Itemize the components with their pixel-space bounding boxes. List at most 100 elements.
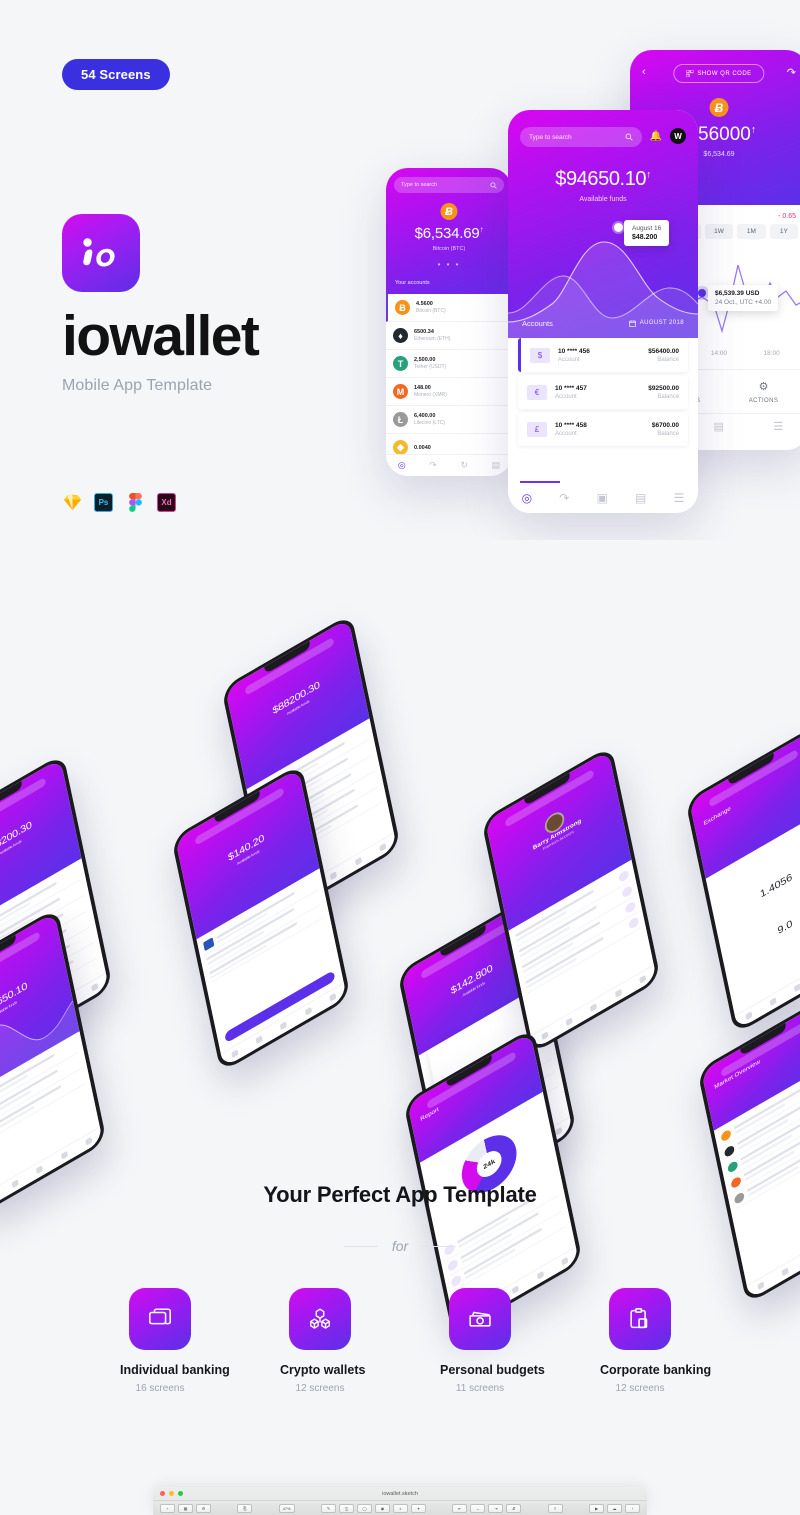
account-name: Bitcoin (BTC)	[416, 308, 446, 314]
available-funds-label: Available funds	[579, 196, 627, 203]
zoom-level[interactable]: 47%	[278, 1503, 295, 1513]
cards-icon[interactable]: ▤	[713, 420, 723, 433]
table-row[interactable]: $ 10 **** 456 Account $56400.00 Balance	[518, 338, 688, 372]
mask-button[interactable]: ◫	[339, 1503, 354, 1513]
account-value: 148.00	[414, 385, 431, 391]
currency-badge: €	[527, 384, 547, 400]
account-name: Litecoin (LTC)	[414, 420, 446, 426]
account-number: 10 **** 458	[555, 421, 587, 429]
insert-button[interactable]: +	[160, 1503, 175, 1513]
crypto-search-input[interactable]: Type to search	[394, 177, 504, 193]
distribute-button[interactable]: ⇵	[506, 1503, 522, 1513]
report-title: Report	[419, 1106, 440, 1123]
feature-name: Crypto wallets	[280, 1363, 366, 1377]
currency-badge: £	[527, 421, 547, 437]
account-balance: $56400.00	[648, 347, 679, 355]
preview-button[interactable]: ▶	[588, 1503, 604, 1513]
iso-phone-market: Market Overview	[697, 995, 800, 1305]
account-value: 0.0040	[414, 444, 431, 451]
x-tick: 18:00	[763, 350, 780, 357]
cards-icon[interactable]: ▤	[635, 491, 646, 505]
account-value: 2,500.00	[414, 357, 436, 363]
list-item[interactable]: T 2,500.00 Tether (USDT)	[386, 350, 512, 378]
union-button[interactable]: ◯	[357, 1503, 372, 1513]
send-icon[interactable]: ↷	[559, 491, 569, 505]
main-bottom-nav[interactable]: ◎ ↷ ▣ ▤ ☰	[508, 483, 698, 513]
back-icon[interactable]: ‹	[642, 66, 646, 78]
list-item[interactable]: ♦ 6500.34 Ethereum (ETH)	[386, 322, 512, 350]
feature-corporate-banking[interactable]: Corporate banking 12 screens	[600, 1288, 712, 1394]
feature-personal-budgets[interactable]: Personal budgets 11 screens	[440, 1288, 545, 1394]
cards-icon[interactable]: ▤	[492, 460, 501, 471]
range-tab-1m[interactable]: 1M	[737, 224, 766, 239]
layout-button[interactable]: ▦	[178, 1503, 193, 1513]
send-icon[interactable]: ↷	[429, 460, 437, 471]
align-right-button[interactable]: ⇥	[488, 1503, 504, 1513]
subtract-button[interactable]: ◉	[375, 1503, 390, 1513]
feature-crypto-wallets[interactable]: Crypto wallets 12 screens	[280, 1288, 366, 1394]
feature-count: 11 screens	[455, 1383, 505, 1394]
search-pill	[708, 748, 799, 808]
dashboard-icon[interactable]: ◎	[522, 491, 532, 505]
account-label: Account	[558, 356, 580, 363]
edit-button[interactable]: ✎	[321, 1503, 336, 1513]
account-label: Account	[555, 430, 577, 437]
chart-tooltip: August 16 $48.200	[624, 220, 670, 246]
menu-icon[interactable]: ☰	[674, 491, 685, 505]
tooltip-date: August 16	[632, 225, 662, 232]
align-center-button[interactable]: ↔	[470, 1503, 486, 1513]
cloud-button[interactable]: ☁	[606, 1503, 622, 1513]
tooltip-value: $48.200	[632, 234, 658, 241]
account-balance: $6700.00	[651, 421, 679, 429]
align-left-button[interactable]: ⇤	[452, 1503, 468, 1513]
range-tab-1y[interactable]: 1Y	[769, 224, 799, 239]
briefcase-icon[interactable]: ▣	[597, 491, 608, 505]
account-balance: $92500.00	[648, 384, 679, 392]
your-accounts-label: Your accounts	[395, 280, 430, 286]
intersect-button[interactable]: ◐	[393, 1503, 408, 1513]
actions-label: ACTIONS	[748, 398, 779, 404]
gear-icon: ⚙	[758, 381, 769, 393]
carousel-dots[interactable]: • • •	[386, 260, 512, 269]
list-item[interactable]: M 148.00 Monero (XMR)	[386, 378, 512, 406]
feature-individual-banking[interactable]: Individual banking 16 screens	[120, 1288, 230, 1394]
landing-page: 54 Screens iowallet Mobile App Template …	[0, 0, 800, 1515]
sketch-toolbar[interactable]: + ▦ ⚙ ⎘ 47% ✎ ◫ ◯ ◉ ◐ ✦ ⇤ ↔ ⇥ ⇵ ⇪ ▶ ☁ ↑	[153, 1500, 647, 1515]
crypto-bottom-nav[interactable]: ◎ ↷ ↻ ▤	[386, 454, 512, 476]
tooltip-value: $6,539.39 USD	[715, 290, 760, 297]
bitcoin-icon: Ƀ	[709, 98, 729, 117]
exchange-title: Exchange	[703, 805, 732, 827]
share-icon[interactable]: ↷	[787, 66, 796, 79]
period-selector[interactable]: AUGUST 2018	[628, 319, 684, 327]
actions-action[interactable]: ⚙ ACTIONS	[719, 370, 800, 413]
bitcoin-icon: Ƀ	[440, 203, 458, 220]
litecoin-icon: Ł	[393, 412, 408, 427]
avatar[interactable]: W	[670, 128, 686, 144]
list-item[interactable]: Ł 6,400.00 Litecoin (LTC)	[386, 406, 512, 434]
export-button[interactable]: ⇪	[547, 1503, 563, 1513]
range-tab-1w[interactable]: 1W	[704, 224, 734, 239]
table-row[interactable]: € 10 **** 457 Account $92500.00 Balance	[518, 375, 688, 409]
profile-name: Barry Armstrong	[532, 817, 582, 852]
show-qr-code-button[interactable]: SHOW QR CODE	[673, 64, 765, 83]
feature-name: Corporate banking	[600, 1363, 712, 1377]
list-item[interactable]: Ƀ 4.5600 Bitcoin (BTC)	[386, 294, 512, 322]
iso-phone-exchange: Exchange 1.4056 9.0	[685, 725, 800, 1035]
wallet-cards-icon	[129, 1288, 191, 1350]
balance-label: Balance	[657, 356, 679, 363]
difference-button[interactable]: ✦	[411, 1503, 426, 1513]
refresh-icon[interactable]: ↻	[460, 460, 468, 471]
menu-icon[interactable]: ☰	[773, 420, 783, 433]
available-funds-amount: $94650.10↑	[555, 168, 651, 190]
main-search-input[interactable]: Type to search	[520, 127, 642, 147]
hero-mockups: Type to search Ƀ $6,534.69↑ Bitcoin (BTC…	[0, 0, 800, 540]
view-button[interactable]: ⎘	[237, 1503, 253, 1513]
share-button[interactable]: ↑	[624, 1503, 640, 1513]
notification-bell-icon[interactable]: 🔔	[650, 131, 662, 142]
hero-phone-crypto: Type to search Ƀ $6,534.69↑ Bitcoin (BTC…	[386, 168, 512, 476]
currency-badge: $	[530, 347, 550, 363]
settings-button[interactable]: ⚙	[196, 1503, 211, 1513]
table-row[interactable]: £ 10 **** 458 Account $6700.00 Balance	[518, 412, 688, 446]
dashboard-icon[interactable]: ◎	[398, 460, 406, 471]
account-number: 10 **** 456	[558, 347, 590, 355]
